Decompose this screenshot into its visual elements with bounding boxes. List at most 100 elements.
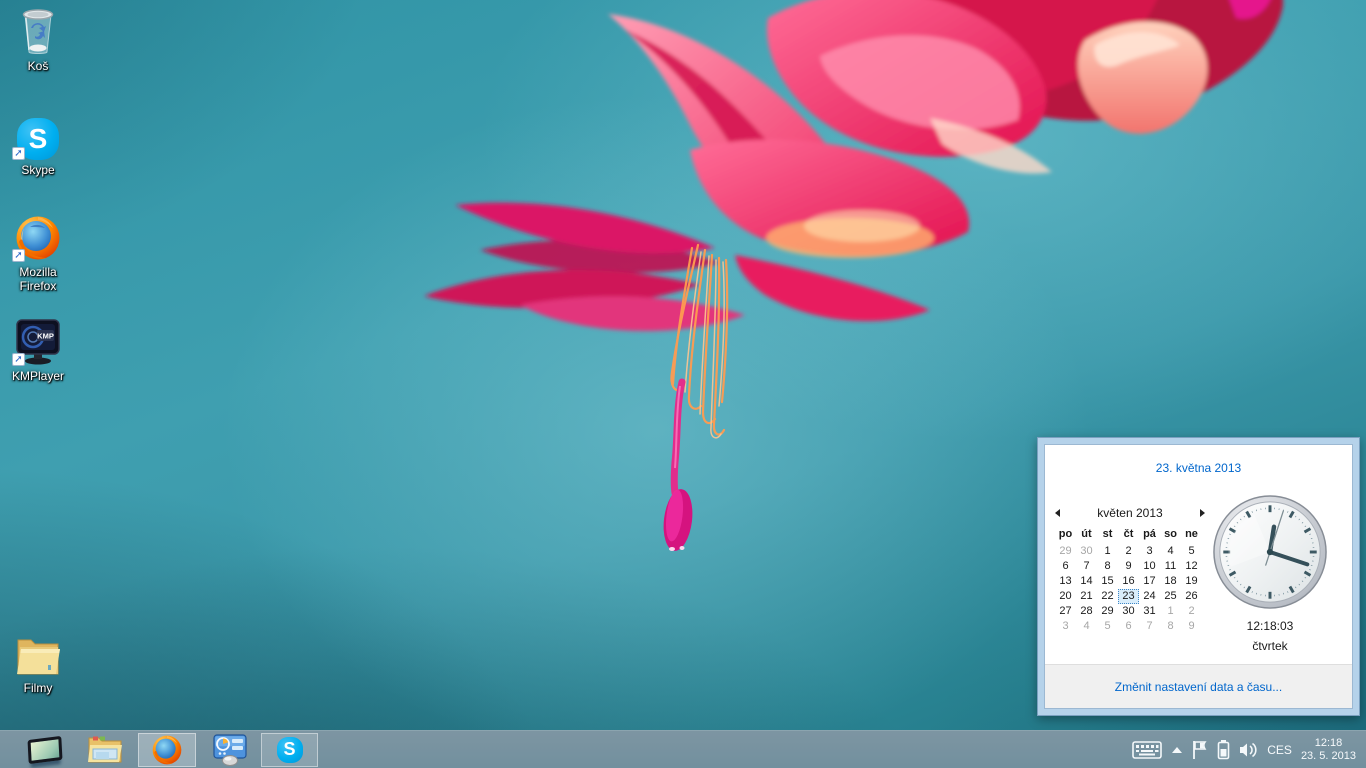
- action-center-flag-icon[interactable]: [1192, 740, 1208, 760]
- day-header-so: so: [1160, 527, 1181, 542]
- calendar-day[interactable]: 25: [1160, 589, 1181, 604]
- tray-time: 12:18: [1301, 737, 1356, 750]
- calendar-day[interactable]: 30: [1118, 604, 1139, 619]
- tray-clock[interactable]: 12:18 23. 5. 2013: [1301, 737, 1356, 763]
- calendar-day[interactable]: 12: [1181, 559, 1202, 574]
- desktop-icon-kmplayer[interactable]: KMP ➚ KMPlayer: [2, 316, 74, 383]
- calendar-day[interactable]: 6: [1055, 559, 1076, 574]
- calendar-day[interactable]: 28: [1076, 604, 1097, 619]
- change-datetime-settings-link[interactable]: Změnit nastavení data a času...: [1115, 680, 1282, 694]
- calendar-day[interactable]: 3: [1139, 544, 1160, 559]
- calendar-days: 2930123456789101112131415161718192021222…: [1055, 544, 1202, 634]
- calendar-day[interactable]: 8: [1160, 619, 1181, 634]
- calendar-day[interactable]: 9: [1181, 619, 1202, 634]
- calendar-day[interactable]: 4: [1076, 619, 1097, 634]
- clock-column: 12:18:03 čtvrtek: [1205, 493, 1335, 653]
- control-panel-icon: [212, 734, 248, 766]
- calendar-day[interactable]: 21: [1076, 589, 1097, 604]
- calendar-day[interactable]: 18: [1160, 574, 1181, 589]
- day-header-čt: čt: [1118, 527, 1139, 542]
- calendar-nav: květen 2013: [1055, 505, 1205, 521]
- calendar-day-headers: poútstčtpásone: [1055, 527, 1202, 542]
- taskbar-control-panel-button[interactable]: [208, 731, 252, 768]
- desktop: Koš S ➚ Skype: [0, 0, 1366, 768]
- calendar-day[interactable]: 7: [1076, 559, 1097, 574]
- desktop-icon-filmy-folder[interactable]: Filmy: [2, 628, 74, 695]
- calendar-day[interactable]: 17: [1139, 574, 1160, 589]
- battery-icon[interactable]: [1217, 739, 1230, 760]
- calendar-day[interactable]: 29: [1097, 604, 1118, 619]
- taskbar-skype-button[interactable]: S: [261, 733, 318, 767]
- day-header-út: út: [1076, 527, 1097, 542]
- tray-date: 23. 5. 2013: [1301, 750, 1356, 763]
- calendar-day[interactable]: 5: [1181, 544, 1202, 559]
- shortcut-arrow-icon: ➚: [12, 353, 25, 366]
- skype-icon: S: [277, 737, 303, 763]
- desktop-monitor-icon: [27, 735, 62, 763]
- taskbar-file-explorer-button[interactable]: [84, 731, 126, 768]
- calendar-day[interactable]: 26: [1181, 589, 1202, 604]
- flyout-inner: 23. května 2013 květen 2013 poútstčtpáso…: [1044, 444, 1353, 709]
- calendar-day[interactable]: 15: [1097, 574, 1118, 589]
- calendar-day[interactable]: 9: [1118, 559, 1139, 574]
- day-header-st: st: [1097, 527, 1118, 542]
- desktop-icon-label: Mozilla Firefox: [2, 265, 74, 293]
- calendar-day[interactable]: 27: [1055, 604, 1076, 619]
- clock-calendar-flyout: 23. května 2013 květen 2013 poútstčtpáso…: [1037, 437, 1360, 716]
- calendar-day[interactable]: 1: [1160, 604, 1181, 619]
- calendar-day[interactable]: 5: [1097, 619, 1118, 634]
- calendar-day[interactable]: 13: [1055, 574, 1076, 589]
- calendar-day[interactable]: 10: [1139, 559, 1160, 574]
- calendar-day[interactable]: 29: [1055, 544, 1076, 559]
- calendar-day[interactable]: 19: [1181, 574, 1202, 589]
- desktop-icon-label: Skype: [2, 163, 74, 177]
- day-header-po: po: [1055, 527, 1076, 542]
- calendar-day[interactable]: 24: [1139, 589, 1160, 604]
- digital-time: 12:18:03: [1205, 619, 1335, 633]
- calendar-day[interactable]: 8: [1097, 559, 1118, 574]
- day-header-ne: ne: [1181, 527, 1202, 542]
- weekday-label: čtvrtek: [1205, 639, 1335, 653]
- calendar-day[interactable]: 3: [1055, 619, 1076, 634]
- desktop-icon-skype[interactable]: S ➚ Skype: [2, 110, 74, 177]
- desktop-icon-recycle-bin[interactable]: Koš: [2, 6, 74, 73]
- taskbar: S: [0, 730, 1366, 768]
- calendar-day[interactable]: 20: [1055, 589, 1076, 604]
- calendar-day[interactable]: 2: [1181, 604, 1202, 619]
- calendar-day[interactable]: 6: [1118, 619, 1139, 634]
- system-tray: CES 12:18 23. 5. 2013: [1123, 731, 1366, 768]
- calendar-day[interactable]: 30: [1076, 544, 1097, 559]
- calendar-day[interactable]: 11: [1160, 559, 1181, 574]
- desktop-icon-label: Koš: [2, 59, 74, 73]
- show-hidden-icons-button[interactable]: [1171, 746, 1183, 754]
- flyout-footer: Změnit nastavení data a času...: [1045, 664, 1352, 708]
- taskbar-pinned-apps: S: [0, 731, 318, 768]
- volume-icon[interactable]: [1239, 741, 1258, 759]
- calendar-day[interactable]: 31: [1139, 604, 1160, 619]
- svg-text:KMP: KMP: [37, 332, 54, 341]
- file-explorer-icon: [87, 735, 123, 765]
- shortcut-arrow-icon: ➚: [12, 147, 25, 160]
- calendar-day[interactable]: 14: [1076, 574, 1097, 589]
- calendar-day[interactable]: 4: [1160, 544, 1181, 559]
- flyout-date-header: 23. května 2013: [1045, 461, 1352, 475]
- prev-month-button[interactable]: [1055, 509, 1060, 517]
- firefox-icon: [151, 734, 183, 766]
- touch-keyboard-icon[interactable]: [1132, 740, 1162, 760]
- calendar-day[interactable]: 1: [1097, 544, 1118, 559]
- desktop-icon-firefox[interactable]: ➚ Mozilla Firefox: [2, 212, 74, 293]
- folder-icon: [14, 634, 62, 678]
- taskbar-firefox-button[interactable]: [138, 733, 196, 767]
- language-indicator[interactable]: CES: [1267, 743, 1292, 757]
- month-year-label[interactable]: květen 2013: [1097, 506, 1162, 520]
- taskbar-desktop-monitor-button[interactable]: [24, 731, 66, 768]
- calendar-day[interactable]: 23: [1118, 589, 1139, 604]
- calendar-day[interactable]: 2: [1118, 544, 1139, 559]
- desktop-icon-label: Filmy: [2, 681, 74, 695]
- calendar-day[interactable]: 22: [1097, 589, 1118, 604]
- calendar-day[interactable]: 7: [1139, 619, 1160, 634]
- day-header-pá: pá: [1139, 527, 1160, 542]
- analog-clock: [1211, 493, 1329, 611]
- desktop-icon-label: KMPlayer: [2, 369, 74, 383]
- calendar-day[interactable]: 16: [1118, 574, 1139, 589]
